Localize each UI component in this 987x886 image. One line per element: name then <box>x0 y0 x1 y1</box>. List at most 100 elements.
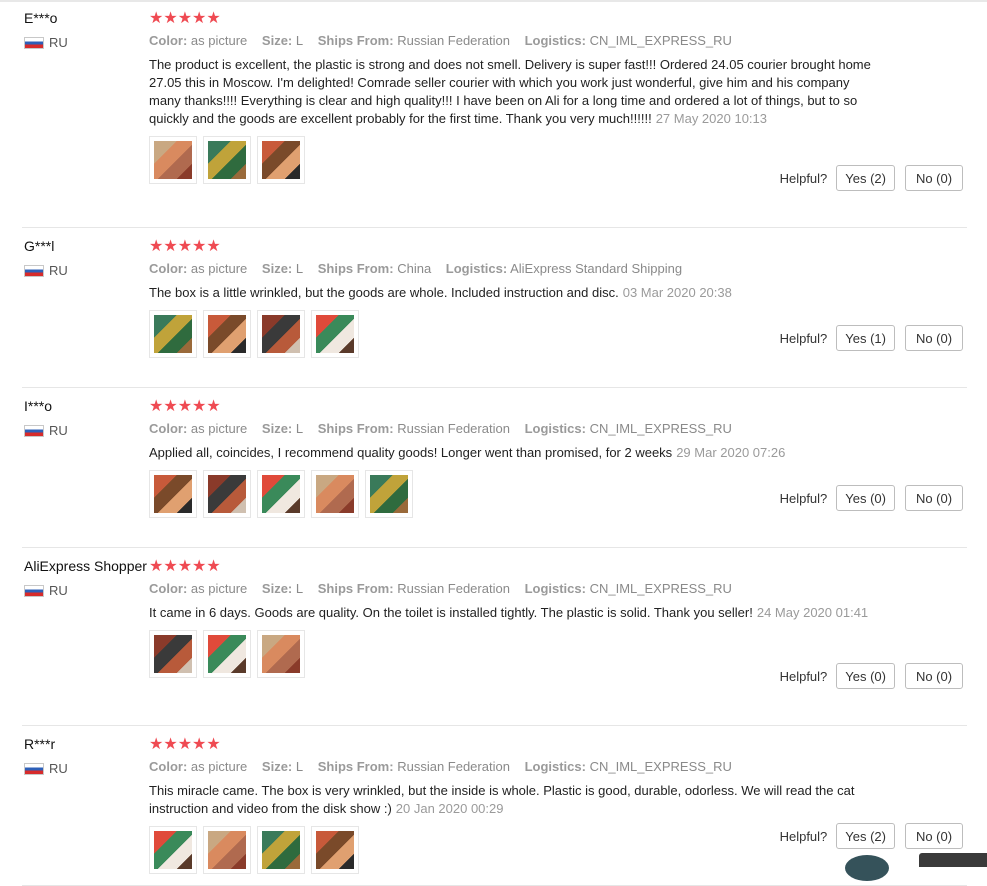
review-photo[interactable] <box>203 136 251 184</box>
review-photo[interactable] <box>149 310 197 358</box>
size-value: L <box>296 421 303 436</box>
star-icon: ★ <box>149 736 163 753</box>
country-code: RU <box>49 424 68 438</box>
reviewer-country: RU <box>24 264 146 278</box>
reviewer-name: E***o <box>24 10 146 26</box>
size-label: Size: <box>262 759 292 774</box>
review-photo[interactable] <box>257 470 305 518</box>
color-value: as picture <box>191 261 247 276</box>
review-photo[interactable] <box>203 630 251 678</box>
review-photo[interactable] <box>257 630 305 678</box>
helpful-yes-button[interactable]: Yes (0) <box>836 485 895 511</box>
helpful-label: Helpful? <box>780 829 828 844</box>
photo-thumbnail <box>262 141 300 179</box>
helpful-no-button[interactable]: No (0) <box>905 165 963 191</box>
star-icon: ★ <box>163 238 177 255</box>
star-icon: ★ <box>206 10 220 27</box>
star-icon: ★ <box>149 558 163 575</box>
review-date: 24 May 2020 01:41 <box>757 605 868 620</box>
review-photo[interactable] <box>257 136 305 184</box>
star-rating: ★★★★★ <box>149 736 871 754</box>
logistics-label: Logistics: <box>525 581 586 596</box>
helpful-label: Helpful? <box>780 491 828 506</box>
floating-toolbar[interactable] <box>919 853 987 867</box>
helpful-no-button[interactable]: No (0) <box>905 823 963 849</box>
star-icon: ★ <box>149 10 163 27</box>
photo-thumbnail <box>262 831 300 869</box>
photo-thumbnail <box>316 831 354 869</box>
russia-flag-icon <box>24 37 44 49</box>
helpful-no-button[interactable]: No (0) <box>905 663 963 689</box>
helpful-no-button[interactable]: No (0) <box>905 325 963 351</box>
reviewer-info: I***o RU <box>24 398 146 438</box>
reviewer-info: AliExpress Shopper RU <box>24 558 146 598</box>
review-body: ★★★★★ Color: as picture Size: L Ships Fr… <box>149 558 871 678</box>
star-icon: ★ <box>149 238 163 255</box>
star-rating: ★★★★★ <box>149 238 871 256</box>
star-icon: ★ <box>192 10 206 27</box>
chat-bubble-icon[interactable] <box>845 855 889 881</box>
review-photo[interactable] <box>257 310 305 358</box>
helpful-vote: Helpful? Yes (1) No (0) <box>780 325 963 351</box>
review-photo[interactable] <box>149 470 197 518</box>
photo-thumbnail <box>154 141 192 179</box>
photo-thumbnail <box>262 635 300 673</box>
review-photos <box>149 310 871 358</box>
helpful-yes-button[interactable]: Yes (2) <box>836 165 895 191</box>
photo-thumbnail <box>154 635 192 673</box>
russia-flag-icon <box>24 585 44 597</box>
star-icon: ★ <box>178 736 192 753</box>
photo-thumbnail <box>262 475 300 513</box>
review-body: ★★★★★ Color: as picture Size: L Ships Fr… <box>149 736 871 874</box>
photo-thumbnail <box>208 635 246 673</box>
russia-flag-icon <box>24 763 44 775</box>
review-photo[interactable] <box>203 310 251 358</box>
ships-from-value: Russian Federation <box>397 421 510 436</box>
photo-thumbnail <box>154 831 192 869</box>
helpful-yes-button[interactable]: Yes (2) <box>836 823 895 849</box>
ships-from-value: China <box>397 261 431 276</box>
review-text: The box is a little wrinkled, but the go… <box>149 284 871 302</box>
logistics-value: CN_IML_EXPRESS_RU <box>590 33 732 48</box>
helpful-vote: Helpful? Yes (2) No (0) <box>780 823 963 849</box>
reviewer-country: RU <box>24 36 146 50</box>
helpful-yes-button[interactable]: Yes (0) <box>836 663 895 689</box>
review-date: 29 Mar 2020 07:26 <box>676 445 785 460</box>
review-photo[interactable] <box>149 136 197 184</box>
logistics-label: Logistics: <box>525 33 586 48</box>
size-label: Size: <box>262 581 292 596</box>
review-text: The product is excellent, the plastic is… <box>149 56 871 128</box>
country-code: RU <box>49 584 68 598</box>
review-photo[interactable] <box>311 310 359 358</box>
review-item: I***o RU ★★★★★ Color: as picture Size: L… <box>0 388 987 548</box>
star-icon: ★ <box>178 10 192 27</box>
size-label: Size: <box>262 421 292 436</box>
review-photo[interactable] <box>311 470 359 518</box>
color-label: Color: <box>149 261 187 276</box>
helpful-yes-button[interactable]: Yes (1) <box>836 325 895 351</box>
star-icon: ★ <box>206 558 220 575</box>
review-item: R***r RU ★★★★★ Color: as picture Size: L… <box>0 726 987 886</box>
review-item: AliExpress Shopper RU ★★★★★ Color: as pi… <box>0 548 987 726</box>
star-rating: ★★★★★ <box>149 398 871 416</box>
review-photo[interactable] <box>149 630 197 678</box>
color-value: as picture <box>191 581 247 596</box>
country-code: RU <box>49 264 68 278</box>
review-photo[interactable] <box>365 470 413 518</box>
star-icon: ★ <box>163 736 177 753</box>
ships-from-label: Ships From: <box>318 33 394 48</box>
review-photo[interactable] <box>203 470 251 518</box>
star-icon: ★ <box>163 558 177 575</box>
photo-thumbnail <box>316 475 354 513</box>
size-value: L <box>296 33 303 48</box>
helpful-no-button[interactable]: No (0) <box>905 485 963 511</box>
size-label: Size: <box>262 261 292 276</box>
color-value: as picture <box>191 421 247 436</box>
photo-thumbnail <box>154 475 192 513</box>
review-text: This miracle came. The box is very wrink… <box>149 782 871 818</box>
ships-from-label: Ships From: <box>318 261 394 276</box>
size-value: L <box>296 261 303 276</box>
logistics-label: Logistics: <box>525 759 586 774</box>
reviewer-info: E***o RU <box>24 10 146 50</box>
size-label: Size: <box>262 33 292 48</box>
